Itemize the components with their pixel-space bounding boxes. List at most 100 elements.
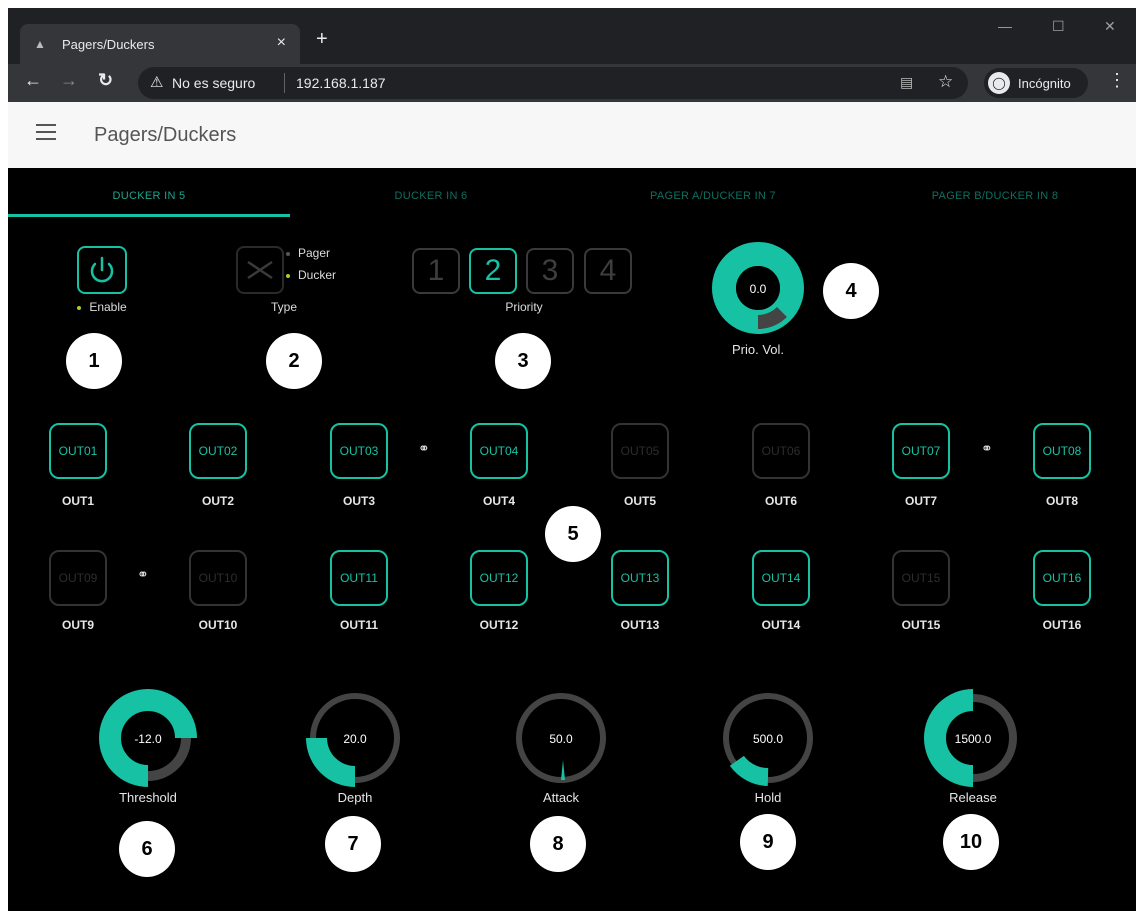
out15-button[interactable]: OUT15 bbox=[892, 550, 950, 606]
back-icon[interactable]: ← bbox=[24, 70, 42, 91]
out14-label: OUT14 bbox=[761, 618, 801, 632]
url-text[interactable]: 192.168.1.187 bbox=[296, 75, 386, 91]
incognito-indicator[interactable]: ◯ Incógnito bbox=[984, 68, 1088, 98]
priority-button-3[interactable]: 3 bbox=[526, 248, 574, 294]
active-tab-indicator bbox=[8, 214, 290, 217]
type-option-pager[interactable]: Pager bbox=[286, 246, 330, 260]
out07-button[interactable]: OUT07 bbox=[892, 423, 950, 479]
out3-label: OUT3 bbox=[342, 494, 375, 508]
threshold-label: Threshold bbox=[119, 790, 177, 805]
reload-icon[interactable]: ↻ bbox=[98, 70, 113, 91]
hold-value: 500.0 bbox=[752, 732, 784, 746]
type-label: Type bbox=[270, 300, 297, 314]
browser-tab[interactable]: ▲ Pagers/Duckers × bbox=[20, 24, 300, 64]
address-separator bbox=[284, 73, 285, 93]
tab-ducker-in-5[interactable]: DUCKER IN 5 bbox=[8, 190, 290, 202]
priority-button-4[interactable]: 4 bbox=[584, 248, 632, 294]
link-out3-out4-icon[interactable]: ⚭ bbox=[418, 440, 430, 457]
link-out9-out10-icon[interactable]: ⚭ bbox=[137, 566, 149, 583]
out02-button[interactable]: OUT02 bbox=[189, 423, 247, 479]
callout-2: 2 bbox=[266, 333, 322, 389]
ducker-led-icon bbox=[286, 273, 290, 278]
minimize-icon[interactable]: — bbox=[998, 18, 1012, 34]
out15-label: OUT15 bbox=[901, 618, 941, 632]
type-button[interactable] bbox=[236, 246, 284, 294]
out08-button[interactable]: OUT08 bbox=[1033, 423, 1091, 479]
release-knob[interactable]: 1500.0 bbox=[923, 688, 1023, 788]
priority-label: Priority bbox=[505, 300, 543, 314]
maximize-icon[interactable]: ☐ bbox=[1052, 18, 1065, 35]
browser-tab-title: Pagers/Duckers bbox=[62, 37, 155, 52]
hamburger-menu-icon[interactable] bbox=[36, 124, 56, 145]
out09-button[interactable]: OUT09 bbox=[49, 550, 107, 606]
menu-dots-icon[interactable]: ⋮ bbox=[1108, 70, 1126, 91]
callout-8: 8 bbox=[530, 816, 586, 872]
enable-button[interactable] bbox=[77, 246, 127, 294]
out06-button[interactable]: OUT06 bbox=[752, 423, 810, 479]
out11-button[interactable]: OUT11 bbox=[330, 550, 388, 606]
prio-vol-label: Prio. Vol. bbox=[731, 342, 785, 357]
out03-button[interactable]: OUT03 bbox=[330, 423, 388, 479]
out13-button[interactable]: OUT13 bbox=[611, 550, 669, 606]
out16-label: OUT16 bbox=[1042, 618, 1082, 632]
out13-label: OUT13 bbox=[620, 618, 660, 632]
callout-9: 9 bbox=[740, 814, 796, 870]
attack-knob[interactable]: 50.0 bbox=[511, 688, 611, 788]
enable-led-icon bbox=[77, 305, 82, 310]
type-option-ducker-label: Ducker bbox=[298, 268, 337, 282]
translate-icon[interactable]: ▤ bbox=[900, 74, 913, 91]
type-option-ducker[interactable]: Ducker bbox=[286, 268, 336, 282]
out05-button[interactable]: OUT05 bbox=[611, 423, 669, 479]
shuffle-icon bbox=[247, 260, 273, 280]
prio-vol-knob[interactable]: 0.0 bbox=[708, 238, 808, 338]
browser-toolbar: ← → ↻ ⚠ No es seguro 192.168.1.187 ▤ ☆ ◯… bbox=[8, 64, 1136, 102]
out10-label: OUT10 bbox=[198, 618, 238, 632]
power-icon bbox=[90, 256, 114, 283]
out8-label: OUT8 bbox=[1045, 494, 1078, 508]
warning-icon: ⚠ bbox=[150, 74, 164, 91]
out16-button[interactable]: OUT16 bbox=[1033, 550, 1091, 606]
out12-button[interactable]: OUT12 bbox=[470, 550, 528, 606]
callout-10: 10 bbox=[943, 814, 999, 870]
priority-button-2[interactable]: 2 bbox=[469, 248, 517, 294]
callout-7: 7 bbox=[325, 816, 381, 872]
out4-label: OUT4 bbox=[482, 494, 515, 508]
attack-label: Attack bbox=[542, 790, 580, 805]
threshold-knob[interactable]: -12.0 bbox=[98, 688, 198, 788]
star-icon[interactable]: ☆ bbox=[938, 72, 953, 92]
window-close-icon[interactable]: ✕ bbox=[1104, 18, 1116, 35]
out6-label: OUT6 bbox=[764, 494, 797, 508]
hold-knob[interactable]: 500.0 bbox=[718, 688, 818, 788]
release-value: 1500.0 bbox=[954, 732, 992, 746]
forward-icon[interactable]: → bbox=[60, 70, 78, 91]
tab-pager-a-ducker-in-7[interactable]: PAGER A/DUCKER IN 7 bbox=[572, 190, 854, 202]
depth-label: Depth bbox=[337, 790, 373, 805]
incognito-icon: ◯ bbox=[988, 72, 1010, 94]
enable-label-row: Enable bbox=[52, 300, 152, 314]
browser-window: ▲ Pagers/Duckers × + — ☐ ✕ ← → ↻ ⚠ No es… bbox=[8, 8, 1136, 911]
favicon-icon: ▲ bbox=[34, 37, 46, 51]
incognito-label: Incógnito bbox=[1018, 76, 1071, 91]
out01-button[interactable]: OUT01 bbox=[49, 423, 107, 479]
priority-button-1[interactable]: 1 bbox=[412, 248, 460, 294]
out7-label: OUT7 bbox=[904, 494, 937, 508]
out9-label: OUT9 bbox=[61, 618, 94, 632]
out04-button[interactable]: OUT04 bbox=[470, 423, 528, 479]
address-bar[interactable]: ⚠ No es seguro 192.168.1.187 ▤ ☆ bbox=[138, 67, 968, 99]
out14-button[interactable]: OUT14 bbox=[752, 550, 810, 606]
browser-tabbar: ▲ Pagers/Duckers × + — ☐ ✕ bbox=[8, 8, 1136, 64]
out2-label: OUT2 bbox=[201, 494, 234, 508]
callout-4: 4 bbox=[823, 263, 879, 319]
callout-3: 3 bbox=[495, 333, 551, 389]
out5-label: OUT5 bbox=[623, 494, 656, 508]
threshold-value: -12.0 bbox=[134, 732, 162, 746]
close-tab-icon[interactable]: × bbox=[277, 34, 286, 52]
tab-pager-b-ducker-in-8[interactable]: PAGER B/DUCKER IN 8 bbox=[854, 190, 1136, 202]
attack-value: 50.0 bbox=[549, 732, 573, 746]
hold-label: Hold bbox=[754, 790, 782, 805]
out10-button[interactable]: OUT10 bbox=[189, 550, 247, 606]
link-out7-out8-icon[interactable]: ⚭ bbox=[981, 440, 993, 457]
depth-knob[interactable]: 20.0 bbox=[305, 688, 405, 788]
new-tab-button[interactable]: + bbox=[316, 28, 328, 51]
tab-ducker-in-6[interactable]: DUCKER IN 6 bbox=[290, 190, 572, 202]
